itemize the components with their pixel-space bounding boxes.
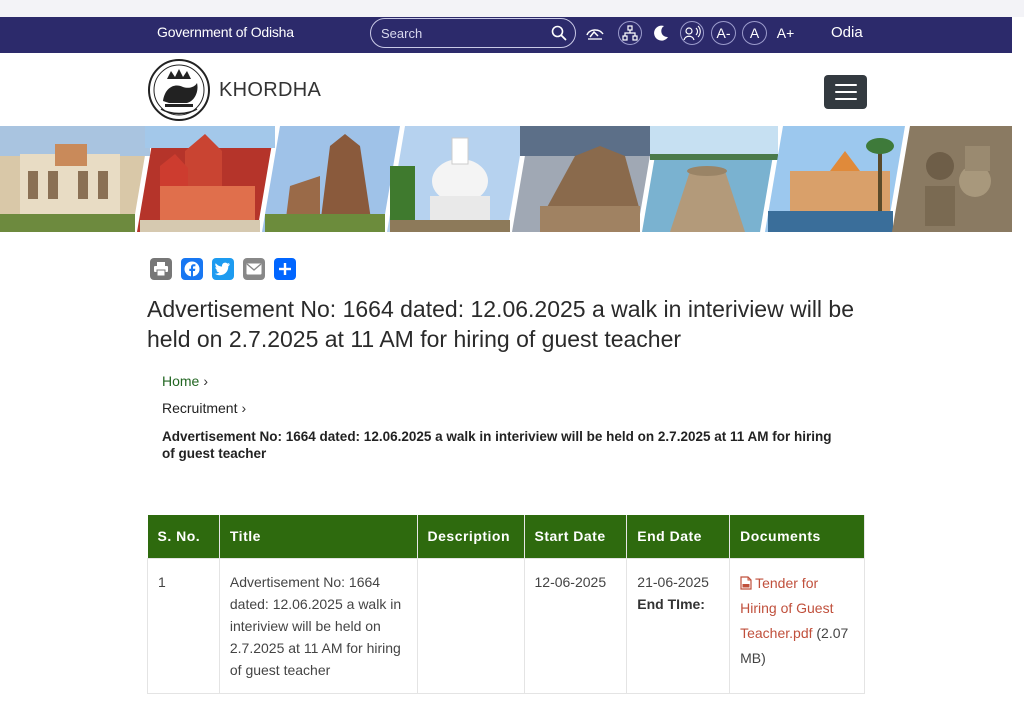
district-banner	[0, 126, 1012, 232]
language-odia-link[interactable]: Odia	[831, 24, 863, 41]
recruitment-table: S. No. Title Description Start Date End …	[147, 515, 865, 694]
chevron-right-icon: ›	[241, 400, 247, 416]
hamburger-menu-button[interactable]	[824, 75, 867, 109]
column-header-documents: Documents	[729, 515, 865, 558]
column-header-end-date: End Date	[626, 515, 731, 558]
screen-reader-icon[interactable]	[583, 21, 607, 45]
column-header-description: Description	[417, 515, 525, 558]
cell-sno: 1	[147, 557, 220, 694]
end-date-value: 21-06-2025	[637, 573, 709, 590]
dark-mode-icon[interactable]	[649, 21, 673, 45]
browser-top-strip	[0, 0, 1024, 17]
page-title: Advertisement No: 1664 dated: 12.06.2025…	[147, 296, 855, 352]
column-header-start-date: Start Date	[524, 515, 628, 558]
breadcrumb-home[interactable]: Home ›	[162, 373, 208, 389]
menu-bar-icon	[834, 98, 857, 100]
site-name[interactable]: KHORDHA	[219, 79, 321, 102]
sitemap-icon[interactable]	[618, 21, 642, 45]
column-header-sno: S. No.	[147, 515, 220, 558]
table-header-row: S. No. Title Description Start Date End …	[147, 515, 865, 558]
table-row: 1 Advertisement No: 1664 dated: 12.06.20…	[147, 557, 865, 694]
email-icon[interactable]	[243, 258, 265, 280]
cell-description	[416, 557, 525, 694]
banner-collage-image	[0, 126, 1012, 232]
menu-bar-icon	[834, 84, 857, 86]
end-time-label: End TIme:	[637, 595, 705, 612]
government-of-odisha-link[interactable]: Government of Odisha	[157, 24, 294, 40]
search-input[interactable]	[381, 25, 546, 41]
breadcrumb-home-label[interactable]: Home	[162, 373, 199, 389]
menu-bar-icon	[834, 91, 857, 93]
font-decrease-button[interactable]: A-	[711, 21, 736, 45]
font-increase-button[interactable]: A+	[773, 21, 798, 45]
share-icon[interactable]	[274, 258, 296, 280]
breadcrumb-recruitment-label[interactable]: Recruitment	[162, 400, 237, 416]
cell-documents: Tender for Hiring of Guest Teacher.pdf (…	[729, 557, 865, 694]
share-toolbar	[150, 258, 296, 280]
search-icon[interactable]	[551, 25, 567, 41]
text-to-speech-icon[interactable]	[680, 21, 704, 45]
cell-title: Advertisement No: 1664 dated: 12.06.2025…	[218, 557, 418, 694]
cell-end-date: 21-06-2025 End TIme:	[626, 557, 731, 694]
facebook-icon[interactable]	[181, 258, 203, 280]
column-header-title: Title	[219, 515, 418, 558]
search-box[interactable]	[370, 18, 576, 48]
breadcrumb-recruitment[interactable]: Recruitment ›	[162, 400, 246, 416]
chevron-right-icon: ›	[203, 373, 209, 389]
cell-start-date: 12-06-2025	[523, 557, 628, 694]
breadcrumb-current: Advertisement No: 1664 dated: 12.06.2025…	[162, 429, 832, 461]
odisha-emblem-logo[interactable]	[147, 57, 211, 123]
pdf-file-icon	[740, 575, 752, 590]
print-icon[interactable]	[150, 258, 172, 280]
font-normal-button[interactable]: A	[742, 21, 767, 45]
twitter-icon[interactable]	[212, 258, 234, 280]
page-right-edge	[1012, 17, 1024, 232]
